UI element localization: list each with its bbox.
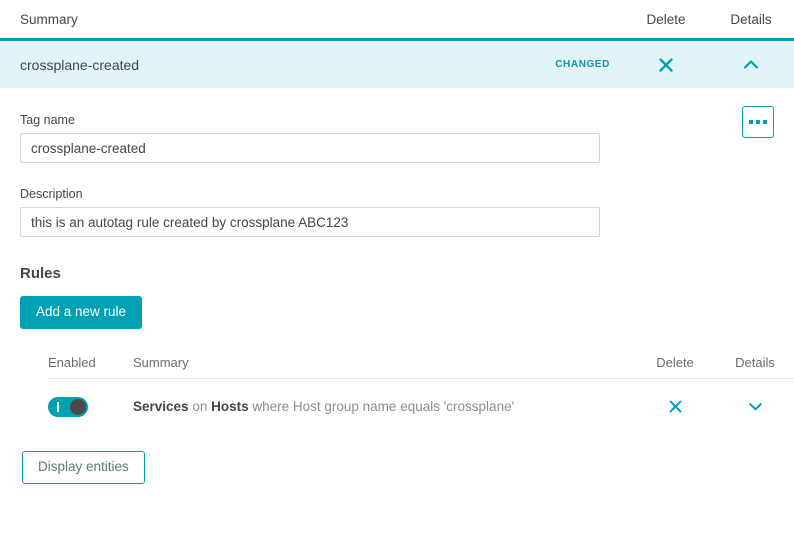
rule-summary-entity: Services — [133, 399, 189, 415]
tag-table-header: Summary Delete Details — [0, 0, 794, 38]
toggle-knob — [70, 398, 86, 415]
tag-delete-button[interactable] — [624, 55, 708, 75]
tag-table-column-details: Details — [730, 11, 772, 27]
rule-delete-button[interactable] — [634, 397, 716, 416]
tag-table-column-summary: Summary — [20, 11, 78, 27]
tag-row-crossplane-created[interactable]: crossplane-created CHANGED — [0, 38, 794, 88]
rules-column-delete: Delete — [656, 354, 694, 370]
rule-enabled-cell — [48, 396, 133, 417]
chevron-down-icon — [746, 397, 765, 416]
ellipsis-icon — [763, 120, 767, 124]
rules-table-header: Enabled Summary Delete Details — [48, 351, 794, 379]
rules-column-details: Details — [735, 354, 775, 370]
description-input[interactable] — [20, 207, 600, 237]
rules-section-title: Rules — [20, 265, 61, 282]
rule-enabled-toggle[interactable] — [48, 396, 88, 417]
rule-summary-condition: where Host group name equals 'crossplane… — [248, 399, 515, 415]
tag-collapse-button[interactable] — [708, 55, 794, 75]
tag-name-field-block: Tag name — [20, 113, 774, 163]
table-row: Services on Hosts where Host group name … — [48, 379, 794, 435]
status-badge: CHANGED — [555, 59, 610, 70]
autotag-detail-page: Summary Delete Details crossplane-create… — [0, 0, 794, 534]
close-x-icon — [666, 397, 685, 416]
rule-summary-connector: on — [188, 399, 212, 415]
tag-name-field-label: Tag name — [20, 113, 75, 127]
rules-column-summary: Summary — [133, 354, 189, 370]
tag-detail-body: Tag name Description Rules Add a new rul… — [0, 88, 794, 484]
overflow-menu-button[interactable] — [742, 106, 774, 138]
tag-name-label: crossplane-created — [20, 56, 140, 73]
ellipsis-icon — [756, 120, 760, 124]
toggle-on-bar-icon — [57, 401, 59, 412]
close-x-icon — [656, 55, 676, 75]
rule-summary-source: Hosts — [211, 399, 249, 415]
rule-details-button[interactable] — [716, 397, 794, 416]
tag-table-column-delete: Delete — [646, 11, 686, 27]
rules-column-enabled: Enabled — [48, 354, 96, 370]
add-new-rule-button[interactable]: Add a new rule — [20, 296, 143, 329]
rule-summary-cell: Services on Hosts where Host group name … — [133, 399, 634, 414]
description-field-block: Description — [20, 187, 774, 237]
display-entities-button[interactable]: Display entities — [22, 450, 145, 484]
ellipsis-icon — [749, 120, 753, 124]
rules-table: Enabled Summary Delete Details Services … — [48, 351, 794, 435]
tag-name-input[interactable] — [20, 133, 600, 163]
chevron-up-icon — [741, 55, 761, 75]
description-field-label: Description — [20, 187, 83, 201]
